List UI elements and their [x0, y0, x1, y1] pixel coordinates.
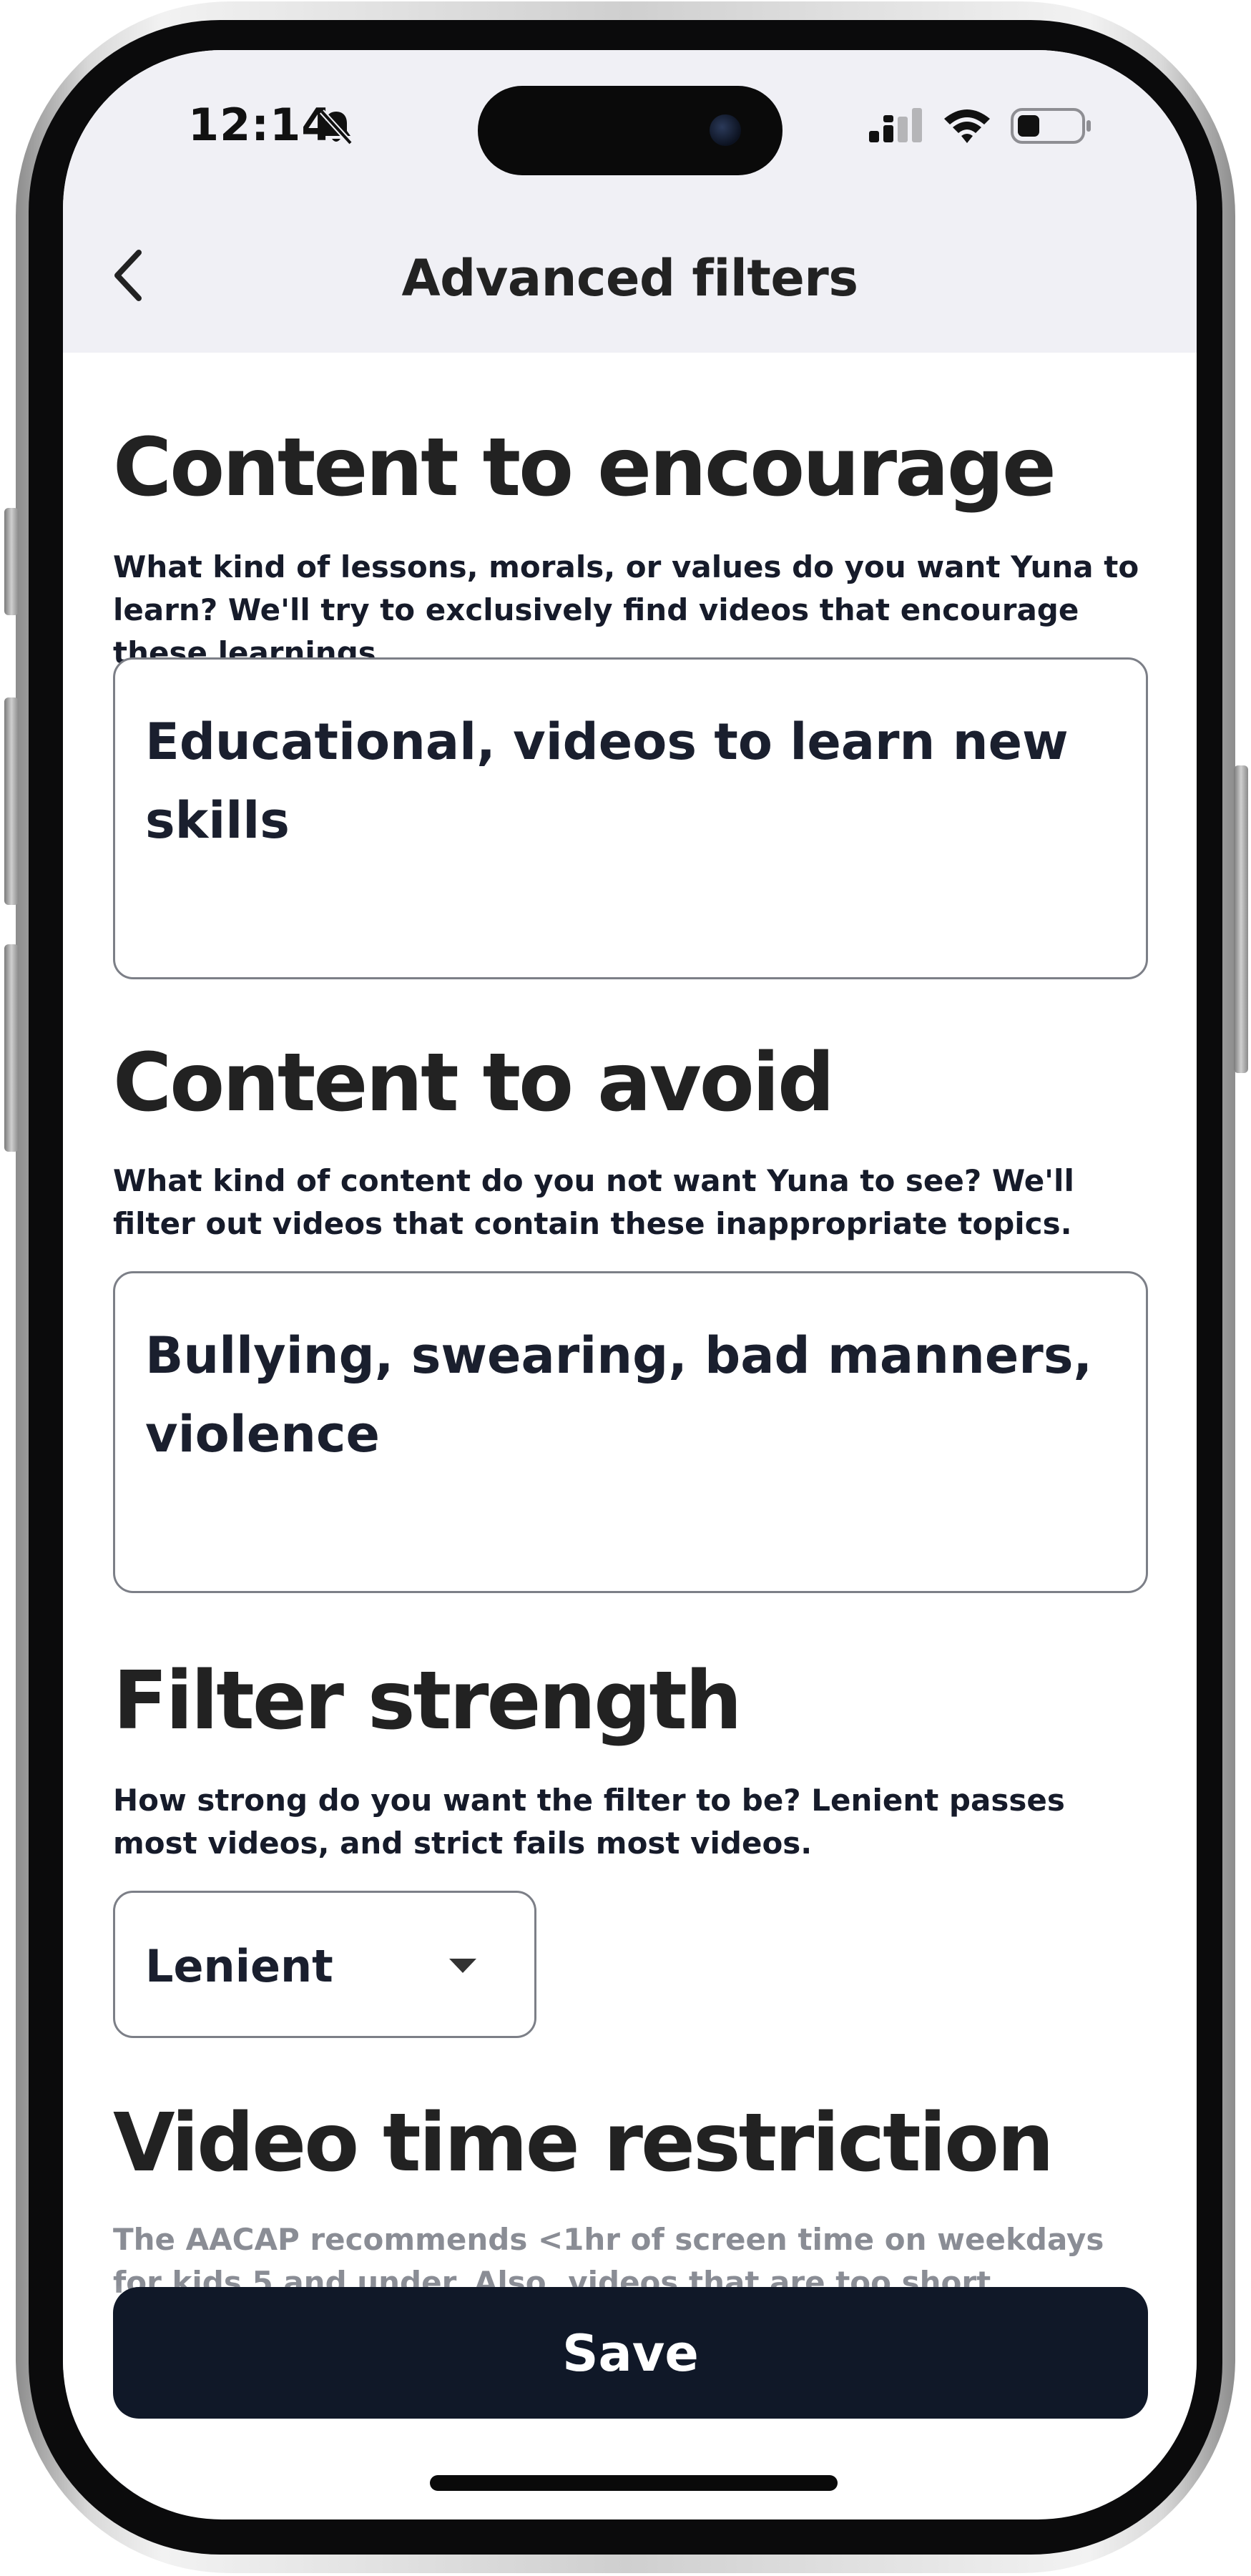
avoid-heading: Content to avoid: [113, 1037, 835, 1130]
filter-strength-value: Lenient: [145, 1940, 333, 1992]
save-button[interactable]: Save: [113, 2287, 1148, 2419]
time-restriction-heading: Video time restriction: [113, 2097, 1054, 2190]
avoid-description: What kind of content do you not want Yun…: [113, 1163, 1074, 1241]
strength-description: How strong do you want the filter to be?…: [113, 1783, 1065, 1861]
power-button: [1234, 765, 1248, 1073]
battery-icon: [1011, 108, 1091, 144]
encourage-description: What kind of lessons, morals, or values …: [113, 549, 1139, 670]
status-time: 12:14: [188, 99, 333, 151]
cellular-signal-icon: [869, 108, 922, 142]
wifi-icon: [944, 109, 990, 143]
bell-muted-icon: [320, 109, 353, 145]
dynamic-island: [478, 86, 783, 175]
filter-strength-select[interactable]: Lenient: [113, 1891, 536, 2038]
encourage-input-value: Educational, videos to learn new skills: [145, 712, 1069, 850]
avoid-input[interactable]: Bullying, swearing, bad manners, violenc…: [113, 1271, 1148, 1593]
avoid-input-value: Bullying, swearing, bad manners, violenc…: [145, 1326, 1093, 1464]
volume-down-button: [4, 944, 19, 1152]
dropdown-caret-icon: [449, 1959, 476, 1973]
page-title: Advanced filters: [401, 249, 859, 308]
filters-form[interactable]: Content to encourage What kind of lesson…: [63, 353, 1197, 2519]
encourage-input[interactable]: Educational, videos to learn new skills: [113, 657, 1148, 979]
screen: 12:14 Advanced filters Content to encour…: [63, 50, 1197, 2519]
home-indicator: [430, 2475, 838, 2491]
camera-lens-icon: [710, 114, 741, 146]
strength-heading: Filter strength: [113, 1655, 742, 1748]
volume-up-button: [4, 697, 19, 905]
silent-switch: [4, 508, 19, 615]
encourage-heading: Content to encourage: [113, 421, 1056, 514]
